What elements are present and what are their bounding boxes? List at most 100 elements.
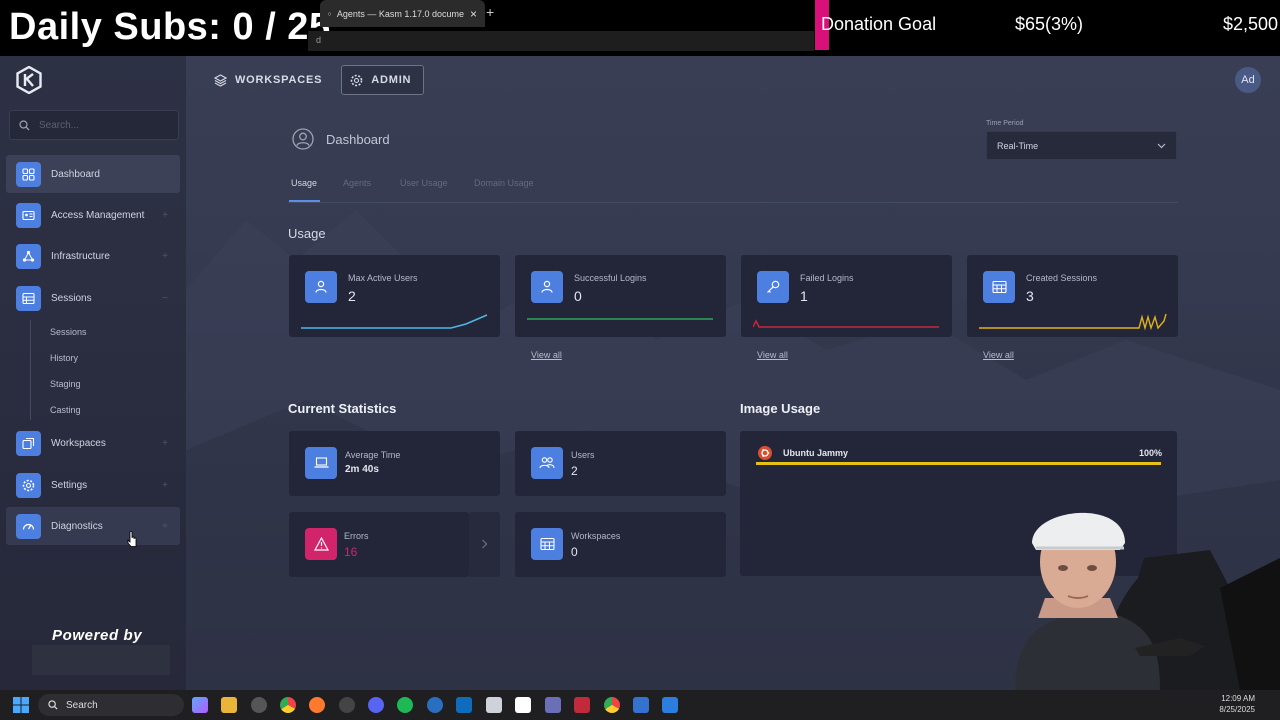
donation-goal-bar: Donation Goal $65(3%) $2,500 [815, 0, 1280, 50]
stat-card-errors[interactable]: Errors 16 [289, 512, 469, 577]
taskbar-search[interactable]: Search [38, 694, 184, 716]
chrome-icon[interactable] [280, 697, 296, 713]
sidebar-item-workspaces[interactable]: Workspaces + [6, 424, 180, 462]
expand-icon[interactable]: + [162, 480, 168, 491]
gauge-icon [16, 513, 41, 539]
app-icon[interactable] [427, 697, 443, 713]
sparkline-max-active-users [301, 314, 488, 329]
sidebar-item-dashboard[interactable]: Dashboard [6, 155, 180, 193]
stat-card-workspaces: Workspaces 0 [515, 512, 726, 577]
sidebar-item-infrastructure[interactable]: Infrastructure + [6, 237, 180, 275]
windows-taskbar: Search 12:09 AM 8/25/2025 [0, 690, 1280, 720]
sidebar-subitem-history[interactable]: History [50, 353, 78, 363]
tab-domain-usage[interactable]: Domain Usage [474, 178, 534, 188]
stat-label: Average Time [345, 450, 401, 460]
table-icon [16, 285, 41, 311]
discord-icon[interactable] [368, 697, 384, 713]
mouse-cursor-icon [127, 531, 137, 547]
time-period-select[interactable]: Real-Time [986, 131, 1177, 160]
mail-icon[interactable] [486, 697, 502, 713]
usage-card-max-active-users: Max Active Users 2 [289, 255, 500, 337]
stat-value: 16 [344, 545, 358, 559]
taskbar-clock[interactable]: 12:09 AM 8/25/2025 [1219, 693, 1255, 715]
sidebar-subitem-staging[interactable]: Staging [50, 379, 81, 389]
app-icon[interactable] [574, 697, 590, 713]
nav-workspaces-button[interactable]: WORKSPACES [205, 65, 335, 95]
key-icon [757, 271, 789, 303]
clock-date: 8/25/2025 [1219, 705, 1255, 714]
submenu-guide-line [30, 320, 31, 420]
stat-value: 0 [571, 545, 578, 559]
copilot-icon[interactable] [192, 697, 208, 713]
table-icon [531, 528, 563, 560]
view-all-successful-logins-link[interactable]: View all [531, 350, 562, 360]
sidebar-subitem-casting[interactable]: Casting [50, 405, 81, 415]
expand-icon[interactable]: + [162, 210, 168, 221]
users-icon [305, 271, 337, 303]
expand-icon[interactable]: + [162, 438, 168, 449]
sidebar-item-label: Settings [51, 479, 88, 491]
spotify-icon[interactable] [397, 697, 413, 713]
nav-admin-label: ADMIN [371, 74, 412, 86]
view-all-failed-logins-link[interactable]: View all [757, 350, 788, 360]
windows-start-icon[interactable] [13, 697, 29, 713]
address-bar[interactable]: d [308, 31, 814, 51]
view-all-created-sessions-link[interactable]: View all [983, 350, 1014, 360]
calculator-icon[interactable] [662, 697, 678, 713]
kasm-logo-icon[interactable] [16, 66, 42, 94]
id-card-icon [16, 202, 41, 228]
card-label: Successful Logins [574, 273, 647, 283]
powered-by-logo-placeholder [32, 645, 170, 675]
nav-admin-button[interactable]: ADMIN [341, 65, 425, 95]
stream-overlay-bar: Daily Subs: 0 / 25 Agents — Kasm 1.17.0 … [0, 0, 1280, 56]
sidebar-search-input[interactable]: Search... [9, 110, 179, 140]
chevron-down-icon [1157, 143, 1166, 148]
usage-card-successful-logins: Successful Logins 0 [515, 255, 726, 337]
sidebar-subitem-sessions[interactable]: Sessions [50, 327, 87, 337]
usage-card-failed-logins: Failed Logins 1 [741, 255, 952, 337]
github-icon[interactable] [339, 697, 355, 713]
image-percent: 100% [1138, 448, 1162, 458]
tab-user-usage[interactable]: User Usage [400, 178, 448, 188]
current-statistics-title: Current Statistics [288, 401, 397, 416]
gear-icon [16, 472, 41, 498]
stat-label: Users [571, 450, 595, 460]
outlook-icon[interactable] [456, 697, 472, 713]
close-tab-icon[interactable]: × [470, 7, 477, 21]
browser-tab[interactable]: Agents — Kasm 1.17.0 docume × [320, 0, 485, 27]
tab-usage[interactable]: Usage [291, 178, 317, 188]
app-icon[interactable] [545, 697, 561, 713]
notion-icon[interactable] [515, 697, 531, 713]
user-avatar[interactable]: Ad [1235, 67, 1261, 93]
expand-icon[interactable]: + [162, 251, 168, 262]
sparkline-successful-logins [527, 318, 713, 320]
sidebar-item-settings[interactable]: Settings + [6, 466, 180, 504]
collapse-icon[interactable]: − [162, 293, 168, 304]
sidebar-item-sessions[interactable]: Sessions − [6, 279, 180, 317]
powered-by-text: Powered by [52, 627, 143, 644]
search-icon [48, 700, 58, 710]
sidebar-item-diagnostics[interactable]: Diagnostics + [6, 507, 180, 545]
nav-workspaces-label: WORKSPACES [235, 74, 323, 86]
app-icon[interactable] [633, 697, 649, 713]
dashboard-icon [16, 161, 41, 187]
card-value: 3 [1026, 288, 1034, 304]
time-period-value: Real-Time [997, 140, 1039, 151]
time-period-label: Time Period [986, 120, 1024, 127]
user-circle-icon [292, 128, 314, 150]
expand-icon[interactable]: + [162, 521, 168, 532]
card-value: 0 [574, 288, 582, 304]
chevron-right-icon[interactable] [481, 539, 488, 549]
new-tab-button[interactable]: + [486, 4, 494, 20]
warning-icon [305, 528, 337, 560]
chrome-icon[interactable] [604, 697, 620, 713]
stat-card-users: Users 2 [515, 431, 726, 496]
sidebar-item-access-management[interactable]: Access Management + [6, 196, 180, 234]
browser-tab-title: Agents — Kasm 1.17.0 docume [336, 8, 464, 19]
card-value: 1 [800, 288, 808, 304]
firefox-icon[interactable] [309, 697, 325, 713]
image-usage-bar [756, 462, 1161, 465]
file-explorer-icon[interactable] [221, 697, 237, 713]
app-icon[interactable] [251, 697, 267, 713]
tab-agents[interactable]: Agents [343, 178, 371, 188]
